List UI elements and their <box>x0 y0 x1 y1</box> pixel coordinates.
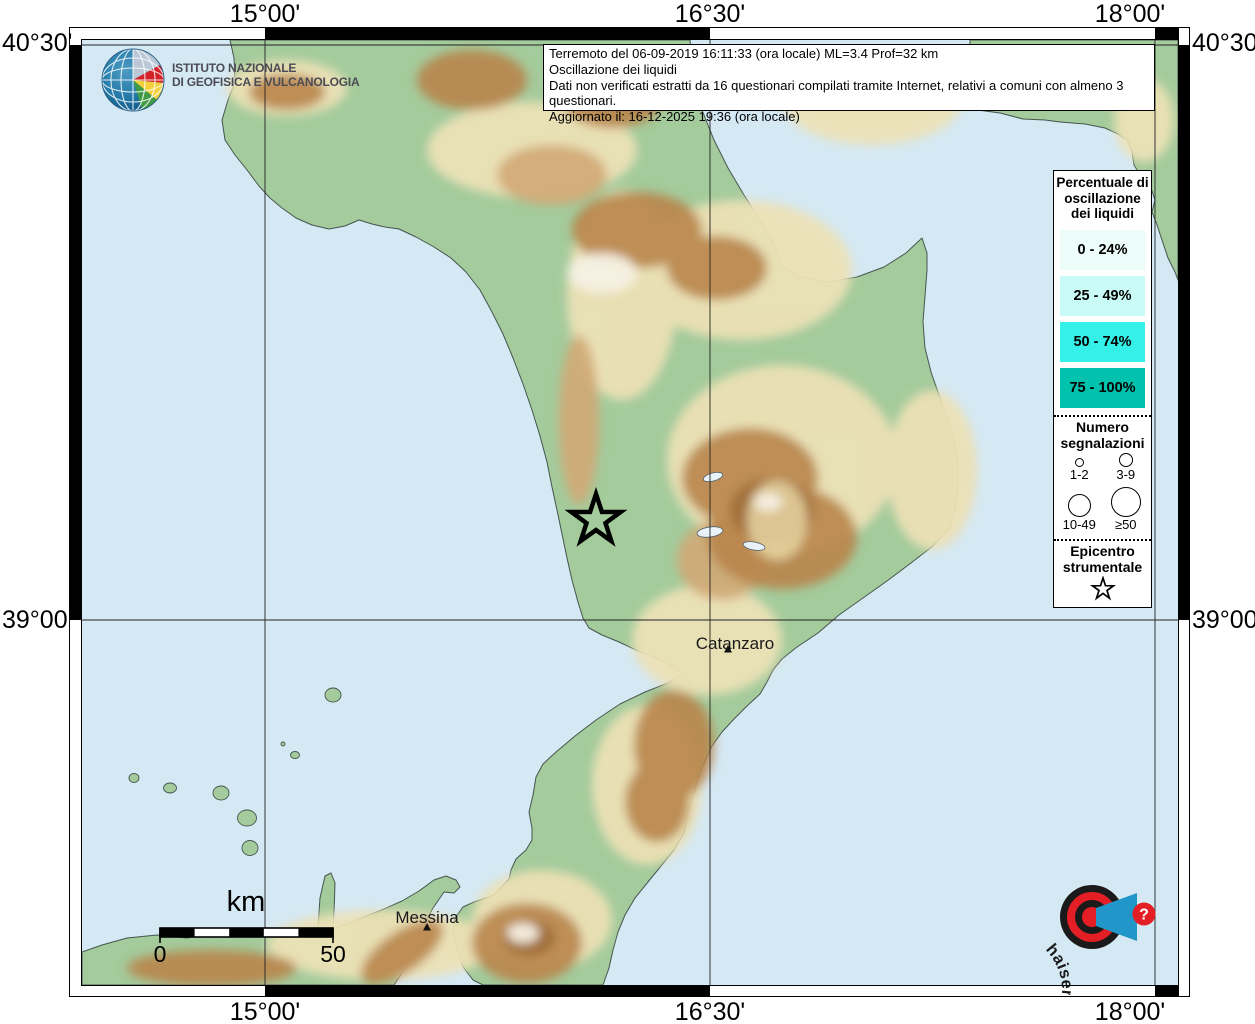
legend-class-1: 25 - 49% <box>1060 276 1145 316</box>
site-name-text: haisentitoilterremoto <box>1014 940 1076 995</box>
city-label-messina: Messina <box>372 908 482 928</box>
lon-label-bottom-1: 15°00' <box>200 999 330 1024</box>
ingv-logo-text: ISTITUTO NAZIONALE DI GEOFISICA E VULCAN… <box>172 61 360 89</box>
earthquake-info-box: Terremoto del 06-09-2019 16:11:33 (ora l… <box>543 44 1155 111</box>
city-label-catanzaro: Catanzaro <box>680 634 790 654</box>
lon-label-top-2: 16°30' <box>645 1 775 27</box>
lon-label-bottom-2: 16°30' <box>645 999 775 1024</box>
legend-class-2: 50 - 74% <box>1060 322 1145 362</box>
legend-panel: Percentuale di oscillazione dei liquidi … <box>1053 170 1152 608</box>
ingv-logo-globe <box>100 47 166 113</box>
lat-label-right-1: 40°30' <box>1192 30 1254 56</box>
lon-label-bottom-3: 18°00' <box>1065 999 1195 1024</box>
scale-start-label: 0 <box>140 941 180 968</box>
report-size-1: 1-2 <box>1057 453 1101 482</box>
lon-label-top-1: 15°00' <box>200 1 330 27</box>
ingv-text-line1: ISTITUTO NAZIONALE <box>172 61 360 75</box>
legend-class-2-label: 50 - 74% <box>1073 334 1131 350</box>
info-line-type: Oscillazione dei liquidi <box>549 62 1149 78</box>
legend-report-circles: 1-2 3-9 10-49 ≥50 <box>1054 451 1151 532</box>
ingv-text-line2: DI GEOFISICA E VULCANOLOGIA <box>172 75 360 89</box>
legend-separator-1 <box>1054 415 1151 417</box>
haisentitoilterremoto-logo: ? haisentitoilterremoto.it www. <box>1014 839 1170 995</box>
report-size-1-label: 1-2 <box>1070 467 1089 482</box>
scale-end-label: 50 <box>313 941 353 968</box>
legend-reports-title: Numero segnalazioni <box>1054 419 1151 451</box>
report-size-2-label: 3-9 <box>1116 467 1135 482</box>
frame-band-bottom-1 <box>265 986 710 997</box>
circle-small-icon <box>1075 458 1084 467</box>
lat-label-left-2: 39°00' <box>2 607 64 633</box>
frame-band-top-2 <box>1155 28 1179 39</box>
frame-band-top-1 <box>265 28 710 39</box>
circle-medium-icon <box>1119 453 1133 467</box>
circle-xlarge-icon <box>1111 487 1141 517</box>
lat-label-left-1: 40°30' <box>2 30 64 56</box>
frame-band-right <box>1179 45 1190 620</box>
circle-large-icon <box>1068 494 1091 517</box>
legend-star-icon <box>1089 576 1117 602</box>
svg-text:haisentitoilterremoto.it: haisentitoilterremoto.it <box>1014 940 1076 995</box>
report-size-3: 10-49 <box>1057 487 1101 532</box>
legend-epicenter-title: Epicentro strumentale <box>1054 543 1151 575</box>
legend-class-3-label: 75 - 100% <box>1069 380 1135 396</box>
legend-class-3: 75 - 100% <box>1060 368 1145 408</box>
info-line-updated: Aggiornato il: 16-12-2025 19:36 (ora loc… <box>549 109 1149 125</box>
question-mark: ? <box>1139 907 1149 924</box>
report-size-3-label: 10-49 <box>1063 517 1096 532</box>
legend-class-1-label: 25 - 49% <box>1073 288 1131 304</box>
info-line-source: Dati non verificati estratti da 16 quest… <box>549 78 1149 110</box>
lat-label-right-2: 39°00' <box>1192 607 1254 633</box>
frame-band-left <box>70 45 81 620</box>
report-size-4-label: ≥50 <box>1115 517 1137 532</box>
lon-label-top-3: 18°00' <box>1065 1 1195 27</box>
legend-separator-2 <box>1054 539 1151 541</box>
report-size-2: 3-9 <box>1104 453 1148 482</box>
legend-class-0-label: 0 - 24% <box>1078 242 1128 258</box>
scale-unit-label: km <box>206 886 286 919</box>
legend-percent-title: Percentuale di oscillazione dei liquidi <box>1054 171 1151 224</box>
report-size-4: ≥50 <box>1104 487 1148 532</box>
legend-class-0: 0 - 24% <box>1060 230 1145 270</box>
map-page: 15°00' 16°30' 18°00' 15°00' 16°30' 18°00… <box>0 0 1255 1024</box>
info-line-event: Terremoto del 06-09-2019 16:11:33 (ora l… <box>549 46 1149 62</box>
